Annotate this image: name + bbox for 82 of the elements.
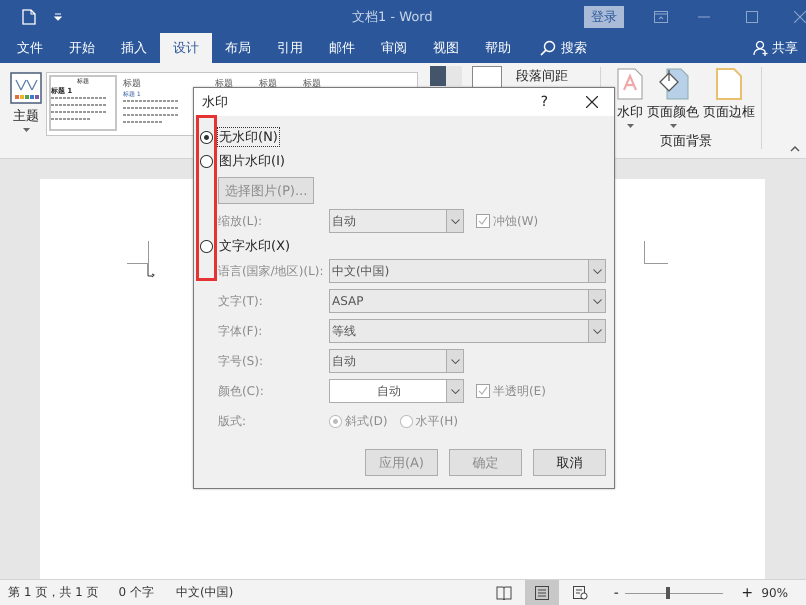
view-button[interactable]: [525, 580, 560, 605]
margin-corner-mark-icon: [644, 241, 668, 265]
field-label: 文字(T):: [218, 292, 264, 310]
chevron-down-icon: [450, 358, 460, 364]
checkmark-icon: [477, 215, 489, 227]
field-label: 颜色(C):: [218, 382, 265, 400]
text-lines-drawing: [123, 99, 179, 125]
ribbon-tab[interactable]: 布局: [212, 33, 264, 63]
theme-button[interactable]: 主题: [9, 63, 43, 132]
group-label: 页面背景: [660, 133, 712, 150]
dialog-button[interactable]: 取消: [533, 449, 606, 476]
page-border-icon: [716, 68, 742, 100]
zoom-slider-thumb[interactable]: [666, 586, 670, 598]
chevron-down-icon: [592, 268, 602, 274]
chevron-down-icon: [450, 388, 460, 394]
theme-icon: [10, 72, 42, 104]
ribbon-tab[interactable]: 设计: [160, 33, 212, 63]
paragraph-mark-icon: [147, 264, 155, 278]
web-layout-icon: [572, 586, 588, 600]
dialog-title: 水印: [202, 94, 228, 111]
ribbon-tab[interactable]: 引用: [264, 33, 316, 63]
field-label: 语言(国家/地区)(L):: [218, 262, 324, 280]
zoom-level: 90%: [761, 586, 788, 600]
ribbon-tab[interactable]: 邮件: [316, 33, 368, 63]
ribbon-tab[interactable]: 开始: [56, 33, 108, 63]
new-document-icon[interactable]: [22, 8, 36, 24]
chevron-down-icon: [450, 218, 460, 224]
zoom-slider[interactable]: [625, 586, 724, 600]
caret-icon: [22, 128, 30, 132]
book-icon: [496, 586, 512, 600]
colors-swatch[interactable]: [430, 66, 462, 86]
login-button[interactable]: 登录: [584, 6, 624, 28]
field-label: 缩放(L):: [218, 212, 264, 230]
language-status: 中文(中国): [176, 584, 234, 601]
zoom-in-button[interactable]: +: [741, 584, 752, 600]
style-thumbnail-title: 标题: [303, 78, 321, 90]
caret-icon: [626, 124, 634, 128]
ribbon-tab[interactable]: 插入: [108, 33, 160, 63]
customize-caret-icon[interactable]: [54, 12, 62, 20]
fonts-thumbnail[interactable]: [472, 66, 502, 88]
ribbon-tab[interactable]: 视图: [420, 33, 472, 63]
ribbon-tab[interactable]: 审阅: [368, 33, 420, 63]
search-button[interactable]: 搜索: [540, 33, 587, 63]
field-label: 字体(F):: [218, 322, 264, 340]
chevron-down-icon: [592, 328, 602, 334]
field-label: 字号(S):: [218, 352, 264, 370]
ribbon-tab[interactable]: 帮助: [472, 33, 524, 63]
margin-corner-mark-icon: [127, 241, 151, 265]
word-count: 0 个字: [118, 584, 154, 601]
paragraph-spacing-button[interactable]: 段落间距: [516, 67, 600, 85]
page-background-button[interactable]: 页面边框: [703, 63, 755, 128]
chevron-down-icon: [592, 298, 602, 304]
radio-button[interactable]: [200, 240, 213, 252]
caret-icon: [670, 124, 676, 128]
window-title: 文档1 - Word: [352, 8, 434, 26]
radio-label[interactable]: 文字水印(X): [217, 236, 292, 256]
radio-label[interactable]: 图片水印(I): [217, 151, 287, 171]
checkmark-icon: [477, 385, 489, 397]
close-icon[interactable]: [586, 96, 598, 108]
page-background-button[interactable]: 水印: [617, 63, 643, 128]
maximize-icon[interactable]: [746, 10, 758, 22]
field-label: 版式:: [218, 412, 248, 430]
page-background-button[interactable]: 页面颜色: [647, 63, 699, 128]
share-button[interactable]: 共享: [753, 33, 798, 63]
ribbon-display-icon[interactable]: [654, 10, 668, 22]
radio-button[interactable]: [200, 154, 213, 168]
radio-label[interactable]: 无水印(N): [217, 127, 280, 147]
search-icon: [540, 40, 556, 56]
help-button[interactable]: ?: [540, 94, 548, 110]
watermark-icon: [617, 68, 643, 100]
style-thumbnail-title: 标题: [259, 78, 277, 90]
paint-bucket-icon: [657, 68, 689, 100]
zoom-out-button[interactable]: -: [611, 584, 622, 600]
style-thumbnail-title: 标题: [215, 78, 233, 90]
collapse-ribbon-icon[interactable]: [790, 146, 800, 152]
thumbnail-title: 标题: [123, 78, 142, 90]
text-lines-drawing: [51, 96, 107, 122]
page-layout-icon: [534, 586, 550, 600]
ribbon-tab[interactable]: 文件: [4, 33, 56, 63]
radio-button[interactable]: [200, 130, 213, 144]
person-add-icon: [753, 40, 769, 56]
page-count: 第 1 页，共 1 页: [8, 584, 99, 601]
